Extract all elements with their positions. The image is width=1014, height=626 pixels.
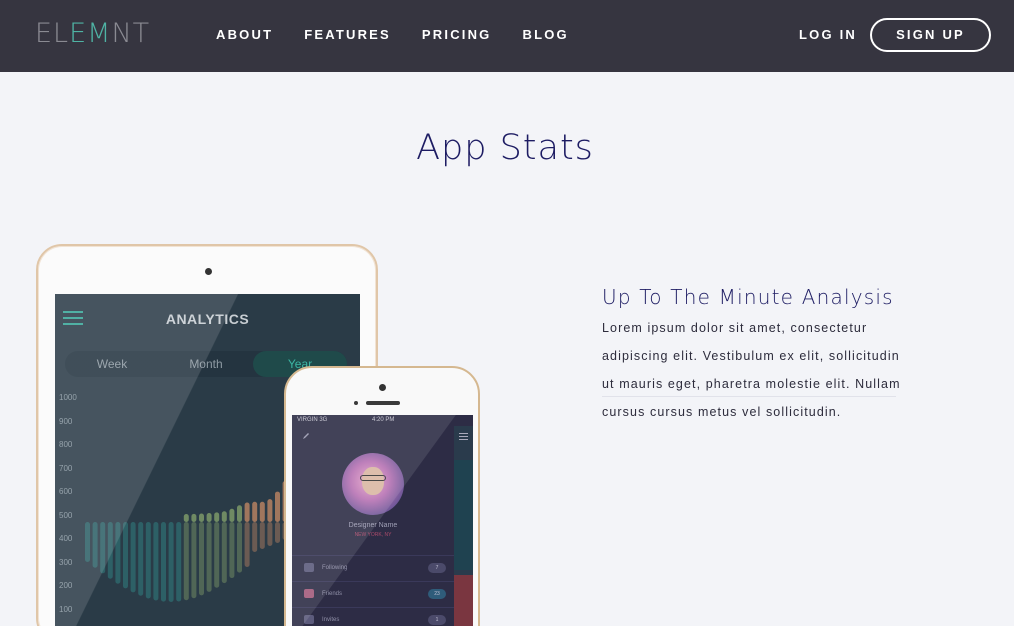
top-nav: ELEMNT ABOUT FEATURES PRICING BLOG LOG I… (0, 0, 1014, 72)
logo-part-3: NT (111, 18, 151, 49)
nav-link-about[interactable]: ABOUT (216, 27, 273, 42)
friends-icon (304, 589, 314, 598)
chart-bar-up (275, 491, 280, 522)
profile-location: NEW YORK, NY (354, 532, 392, 538)
chart-bar-up (199, 513, 204, 522)
phone-camera (379, 384, 386, 391)
profile-name: Designer Name (348, 522, 398, 529)
chart-bar-down (168, 522, 174, 602)
logo[interactable]: ELEMNT (35, 18, 150, 49)
chart-bar-down (199, 522, 204, 596)
phone-speaker (366, 401, 400, 405)
feature-title: Up To The Minute Analysis (602, 285, 894, 309)
phone-screen: VIRGIN 3G 4:20 PM Designer Name NEW YORK… (292, 415, 473, 626)
chart-bar-up (221, 511, 227, 522)
mail-icon (304, 563, 314, 572)
chart-bar-down (244, 522, 250, 568)
phone-status-bar: VIRGIN 3G 4:20 PM (292, 415, 473, 426)
nav-links: ABOUT FEATURES PRICING BLOG (216, 27, 569, 42)
list-item[interactable]: Invites 1 (292, 607, 454, 626)
chart-bar-down (107, 522, 113, 579)
list-item-label: Invites (322, 617, 340, 623)
chart-bar-down (123, 522, 128, 589)
tablet-camera (205, 268, 212, 275)
carrier-text: VIRGIN 3G (297, 417, 328, 423)
chart-bar-down (229, 522, 235, 579)
chart-bar-down (100, 522, 106, 574)
chart-bar-up (191, 513, 197, 522)
chart-bar-down (145, 522, 151, 599)
logo-part-1: EL (35, 18, 70, 49)
phone-mockup: VIRGIN 3G 4:20 PM Designer Name NEW YORK… (284, 366, 480, 626)
chart-bar-down (161, 522, 166, 602)
avatar (342, 453, 404, 515)
chart-bar-down (85, 522, 90, 562)
chart-bar-down (206, 522, 212, 592)
chart-bar-down (176, 522, 182, 602)
list-item[interactable]: Following 7 (292, 555, 454, 581)
chart-bar-up (267, 499, 273, 522)
chart-bar-down (214, 522, 220, 588)
chart-bar-up (252, 501, 258, 522)
edit-icon (303, 433, 309, 439)
chart-bar-down (130, 522, 136, 593)
chart-bar-down (267, 522, 273, 546)
chart-bar-down (191, 522, 197, 599)
feature-description: Lorem ipsum dolor sit amet, consectetur … (602, 321, 901, 419)
time-text: 4:20 PM (372, 417, 395, 423)
chart-bar-up (259, 501, 265, 522)
chart-bar-up (229, 508, 235, 522)
list-item[interactable]: Friends 23 (292, 581, 454, 607)
chart-bar-down (237, 522, 242, 573)
phone-menu-icon (459, 433, 468, 442)
chart-bar-down (259, 522, 265, 549)
nav-link-blog[interactable]: BLOG (523, 27, 569, 42)
logo-part-2: EM (69, 18, 112, 49)
chart-bar-up (183, 514, 189, 522)
chart-bar-up (244, 502, 250, 522)
chart-bar-up (214, 512, 220, 522)
chart-bar-down (138, 522, 144, 596)
chart-bar-down (115, 522, 121, 584)
chart-bar-down (275, 522, 280, 543)
count-badge: 7 (428, 563, 446, 573)
chart-bar-up (206, 512, 212, 522)
list-item-label: Following (322, 565, 348, 571)
phone-sensor (354, 401, 358, 405)
login-link[interactable]: LOG IN (799, 27, 857, 42)
list-item-label: Friends (322, 591, 343, 597)
section-title: App Stats (416, 128, 594, 168)
count-badge: 23 (428, 589, 446, 599)
chart-bar-down (92, 522, 98, 568)
chart-bar-up (237, 505, 242, 522)
signup-button[interactable]: SIGN UP (870, 18, 991, 52)
nav-link-features[interactable]: FEATURES (304, 27, 391, 42)
count-badge: 1 (428, 615, 446, 625)
chart-bar-down (252, 522, 258, 552)
chart-bar-down (183, 522, 189, 601)
chart-bar-down (221, 522, 227, 584)
nav-link-pricing[interactable]: PRICING (422, 27, 492, 42)
invite-icon (304, 615, 314, 624)
chart-bar-down (153, 522, 159, 601)
